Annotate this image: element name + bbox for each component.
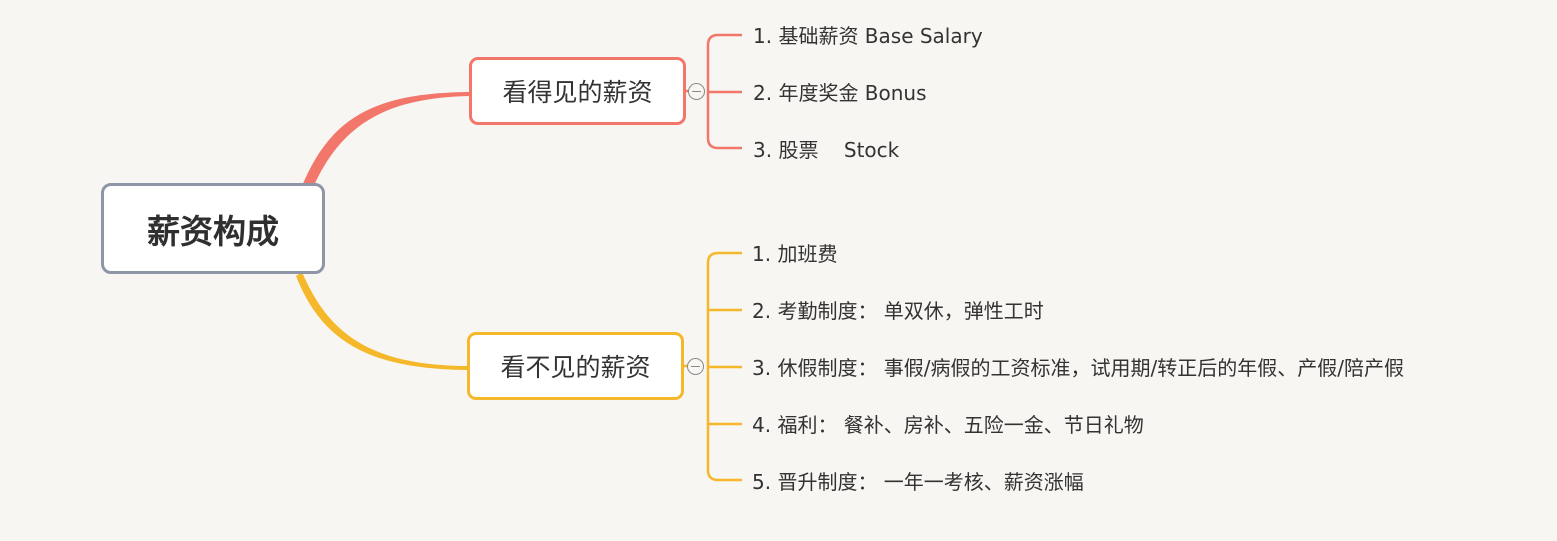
- branch-node-visible-salary[interactable]: 看得见的薪资: [469, 57, 686, 125]
- collapse-icon[interactable]: [688, 83, 705, 100]
- leaf-item-benefits[interactable]: 4. 福利： 餐补、房补、五险一金、节日礼物: [752, 413, 1144, 437]
- mindmap-canvas: 薪资构成 看得见的薪资 看不见的薪资 1. 基础薪资 Base Salary 2…: [0, 0, 1557, 541]
- leaf-item-bonus[interactable]: 2. 年度奖金 Bonus: [753, 81, 927, 105]
- leaf-item-stock[interactable]: 3. 股票 Stock: [753, 138, 899, 162]
- connector-root-to-hidden: [296, 272, 467, 370]
- connector-root-to-visible: [302, 92, 469, 190]
- branch-node-hidden-salary[interactable]: 看不见的薪资: [467, 332, 684, 400]
- leaf-item-attendance[interactable]: 2. 考勤制度： 单双休，弹性工时: [752, 299, 1044, 323]
- root-node[interactable]: 薪资构成: [101, 183, 325, 274]
- collapse-icon[interactable]: [687, 358, 704, 375]
- leaf-item-leave-policy[interactable]: 3. 休假制度： 事假/病假的工资标准，试用期/转正后的年假、产假/陪产假: [752, 356, 1404, 380]
- leaf-item-base-salary[interactable]: 1. 基础薪资 Base Salary: [753, 24, 983, 48]
- leaf-item-promotion[interactable]: 5. 晋升制度： 一年一考核、薪资涨幅: [752, 470, 1084, 494]
- leaf-item-overtime[interactable]: 1. 加班费: [752, 242, 837, 266]
- root-node-label: 薪资构成: [147, 211, 279, 251]
- branch-node-label: 看得见的薪资: [502, 78, 653, 107]
- branch-node-label: 看不见的薪资: [500, 353, 651, 382]
